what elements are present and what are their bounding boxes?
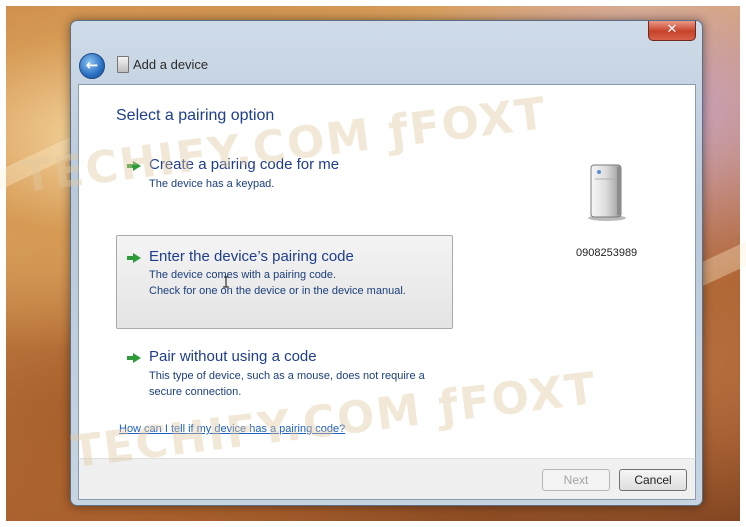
option-title: Pair without using a code [149,348,317,365]
option-create-pairing-code[interactable]: Create a pairing code for me The device … [116,155,453,197]
content-pane: Select a pairing option Create a pairing… [78,84,696,459]
green-arrow-icon [127,161,141,171]
pairing-code-help-link[interactable]: How can I tell if my device has a pairin… [119,423,345,435]
back-button[interactable]: ← [79,53,105,79]
green-arrow-icon [127,253,141,263]
next-button[interactable]: Next [542,469,610,491]
option-enter-device-code[interactable]: Enter the device’s pairing code The devi… [116,235,453,329]
device-tower-icon [588,164,626,221]
device-name: 0908253989 [576,247,638,259]
screenshot-page: ✕ ← Add a device Select a pairing option… [0,0,746,527]
cancel-button[interactable]: Cancel [619,469,687,491]
option-description-line-2: Check for one on the device or in the de… [149,285,406,297]
window-title: Add a device [133,57,209,72]
close-icon: ✕ [666,22,678,37]
close-button[interactable]: ✕ [648,21,696,41]
option-pair-without-code[interactable]: Pair without using a code This type of d… [116,347,453,399]
button-bar: Next Cancel [78,458,696,500]
mouse-cursor-icon [223,276,229,288]
option-title: Enter the device’s pairing code [149,248,354,265]
option-description-line-1: This type of device, such as a mouse, do… [149,370,425,382]
add-device-dialog: ✕ ← Add a device Select a pairing option… [70,20,703,506]
back-arrow-icon: ← [85,56,99,74]
option-description: The device has a keypad. [149,178,275,190]
add-device-icon [117,56,129,73]
page-heading: Select a pairing option [116,107,275,124]
green-arrow-icon [127,353,141,363]
option-title: Create a pairing code for me [149,156,340,173]
option-description-line-1: The device comes with a pairing code. [149,269,337,281]
option-description-line-2: secure connection. [149,386,242,398]
